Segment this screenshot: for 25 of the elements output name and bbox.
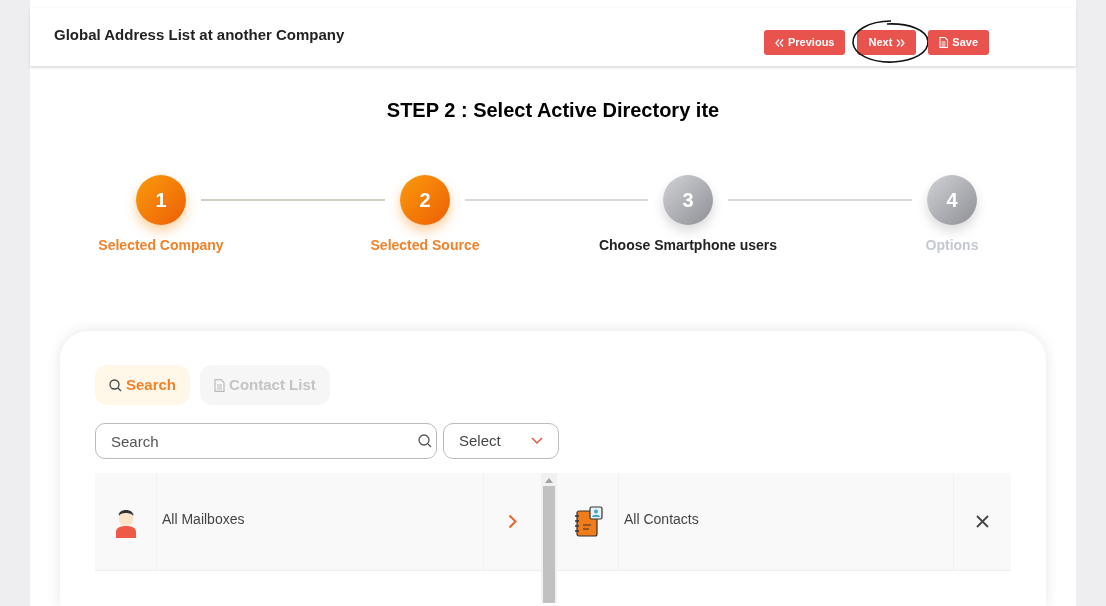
save-button[interactable]: Save (928, 30, 989, 55)
search-icon (109, 378, 122, 392)
scroll-up-icon[interactable] (545, 477, 553, 483)
search-icon (418, 434, 432, 448)
step-label: Options (924, 236, 980, 255)
list-item-label[interactable]: All Mailboxes (162, 511, 245, 527)
chevron-down-icon (531, 437, 543, 445)
tab[interactable]: Search (95, 365, 191, 405)
page-title: Global Address List at another Company (54, 24, 345, 45)
select-dropdown[interactable]: Select (443, 423, 559, 459)
double-chevron-left-icon (775, 38, 784, 47)
step-label: Choose Smartphone users (597, 236, 779, 255)
document-icon (939, 37, 949, 48)
step-title: STEP 2 : Select Active Directory ite (386, 98, 720, 123)
close-icon[interactable] (976, 515, 989, 528)
chevron-right-icon[interactable] (508, 514, 517, 529)
next-button[interactable]: Next (857, 30, 917, 55)
step-label: Selected Source (369, 236, 481, 255)
document-icon (214, 378, 226, 392)
step-label: Selected Company (97, 236, 225, 255)
search-field[interactable]: Search (95, 423, 437, 459)
double-chevron-right-icon (896, 38, 906, 47)
list-item-label[interactable]: All Contacts (624, 511, 699, 527)
previous-button[interactable]: Previous (764, 30, 846, 55)
scrollbar[interactable] (541, 473, 557, 603)
